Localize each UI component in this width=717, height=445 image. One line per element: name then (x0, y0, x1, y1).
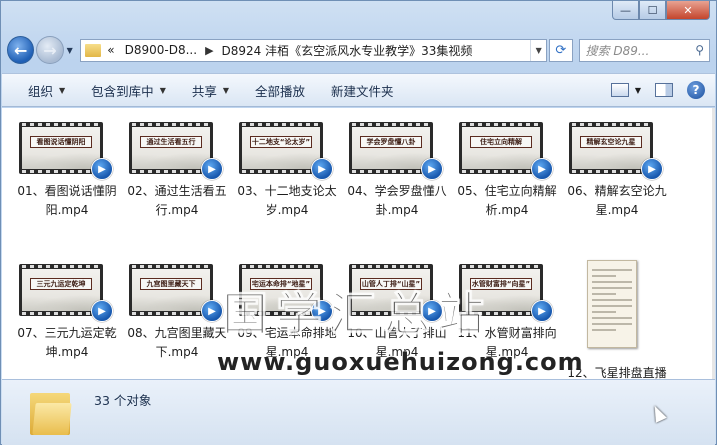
close-button[interactable]: ✕ (666, 1, 710, 20)
window-controls: — ☐ ✕ (612, 1, 710, 20)
item-count: 33 个对象 (94, 393, 152, 408)
back-button[interactable]: ← (7, 36, 35, 64)
include-in-library-label: 包含到库中 (91, 83, 154, 99)
media-player-icon: ▶ (531, 300, 553, 322)
file-item[interactable]: 看图说话懂阴阳 ▶ 01、看图说话懂阴阳.mp4 (17, 122, 127, 237)
watermark-url: www.guoxuehuizong.com (217, 348, 584, 376)
media-player-icon: ▶ (311, 158, 333, 180)
thumbnail-title: 九宫图里藏天下 (140, 278, 202, 290)
thumbnail-title: 精解玄空论九星 (580, 136, 642, 148)
media-player-icon: ▶ (201, 158, 223, 180)
arrow-left-icon: ← (13, 40, 28, 60)
minimize-button[interactable]: — (612, 1, 639, 20)
forward-button[interactable]: → (36, 36, 64, 64)
chevron-down-icon: ▼ (59, 85, 66, 95)
file-name: 04、学会罗盘懂八卦.mp4 (347, 184, 447, 217)
new-folder-label: 新建文件夹 (331, 83, 394, 99)
watermark-title: 国学汇总站 (222, 287, 492, 342)
file-item[interactable]: 精解玄空论九星 ▶ 06、精解玄空论九星.mp4 (567, 122, 677, 237)
share-menu[interactable]: 共享 ▼ (192, 81, 229, 100)
refresh-button[interactable]: ⟳ (549, 38, 573, 62)
media-player-icon: ▶ (91, 300, 113, 322)
thumbnail-title: 住宅立向精解 (470, 136, 532, 148)
search-placeholder: 搜索 D89... (585, 43, 650, 58)
breadcrumb-item[interactable]: D8924 沣栢《玄空派风水专业教学》33集视频 (222, 42, 473, 59)
file-item[interactable]: 通过生活看五行 ▶ 02、通过生活看五行.mp4 (127, 122, 237, 237)
media-player-icon: ▶ (531, 158, 553, 180)
search-icon[interactable]: ⚲ (695, 43, 704, 57)
address-dropdown-button[interactable]: ▼ (530, 39, 546, 61)
thumbnail-title: 学会罗盘懂八卦 (360, 136, 422, 148)
share-label: 共享 (191, 83, 217, 99)
organize-label: 组织 (28, 83, 54, 99)
media-player-icon: ▶ (641, 158, 663, 180)
file-item[interactable]: 住宅立向精解 ▶ 05、住宅立向精解析.mp4 (457, 122, 567, 237)
play-all-button[interactable]: 全部播放 (255, 81, 305, 100)
file-name: 07、三元九运定乾坤.mp4 (17, 326, 117, 359)
explorer-window: — ☐ ✕ ← → ▼ « D8900-D8... ▶ D8924 沣栢《玄空派… (0, 0, 717, 445)
thumbnail-title: 三元九运定乾坤 (30, 278, 92, 290)
change-view-icon[interactable] (610, 83, 629, 97)
folder-icon (85, 43, 102, 57)
command-bar: 组织 ▼ 包含到库中 ▼ 共享 ▼ 全部播放 新建文件夹 ▼ ? (2, 73, 715, 107)
file-name: 01、看图说话懂阴阳.mp4 (17, 184, 117, 217)
address-bar[interactable]: « D8900-D8... ▶ D8924 沣栢《玄空派风水专业教学》33集视频… (80, 38, 548, 62)
media-player-icon: ▶ (201, 300, 223, 322)
file-name: 08、九宫图里藏天下.mp4 (127, 326, 227, 359)
document-thumbnail (587, 260, 637, 348)
maximize-button[interactable]: ☐ (639, 1, 666, 20)
file-item[interactable]: 学会罗盘懂八卦 ▶ 04、学会罗盘懂八卦.mp4 (347, 122, 457, 237)
chevron-down-icon: ▼ (159, 85, 166, 95)
chevron-right-icon[interactable]: ▶ (205, 44, 213, 57)
help-button[interactable]: ? (687, 81, 705, 99)
recent-pages-dropdown[interactable]: ▼ (67, 46, 77, 55)
file-name: 03、十二地支论太岁.mp4 (237, 184, 337, 217)
file-list[interactable]: 看图说话懂阴阳 ▶ 01、看图说话懂阴阳.mp4 通过生活看五行 ▶ 02、通过… (2, 108, 715, 379)
file-name: 02、通过生活看五行.mp4 (127, 184, 227, 217)
chevron-down-icon: ▼ (222, 85, 230, 95)
refresh-icon: ⟳ (555, 42, 567, 58)
file-name: 06、精解玄空论九星.mp4 (567, 184, 667, 217)
view-options-dropdown[interactable]: ▼ (635, 86, 641, 95)
media-player-icon: ▶ (91, 158, 113, 180)
thumbnail-title: 通过生活看五行 (140, 136, 202, 148)
media-player-icon: ▶ (421, 158, 443, 180)
thumbnail-title: 看图说话懂阴阳 (30, 136, 92, 148)
organize-menu[interactable]: 组织 ▼ (28, 81, 65, 100)
breadcrumb-overflow[interactable]: « (107, 43, 114, 57)
file-item[interactable]: 三元九运定乾坤 ▶ 07、三元九运定乾坤.mp4 (17, 264, 127, 379)
play-all-label: 全部播放 (255, 83, 306, 99)
file-name: 05、住宅立向精解析.mp4 (457, 184, 557, 217)
file-item[interactable]: 十二地支“论太岁” ▶ 03、十二地支论太岁.mp4 (237, 122, 347, 237)
thumbnail-title: 十二地支“论太岁” (250, 136, 312, 148)
arrow-right-icon: → (43, 40, 57, 60)
breadcrumb-item[interactable]: D8900-D8... (125, 43, 197, 57)
mouse-cursor-icon (649, 403, 667, 423)
navigation-bar: ← → ▼ « D8900-D8... ▶ D8924 沣栢《玄空派风水专业教学… (7, 34, 711, 66)
search-input[interactable]: 搜索 D89... ⚲ (578, 38, 711, 62)
preview-pane-icon[interactable] (655, 83, 673, 97)
include-in-library-menu[interactable]: 包含到库中 ▼ (91, 81, 166, 100)
details-pane: 33 个对象 (2, 379, 715, 445)
new-folder-button[interactable]: 新建文件夹 (331, 81, 394, 100)
folder-icon (30, 389, 72, 435)
vertical-scrollbar[interactable] (712, 108, 715, 379)
